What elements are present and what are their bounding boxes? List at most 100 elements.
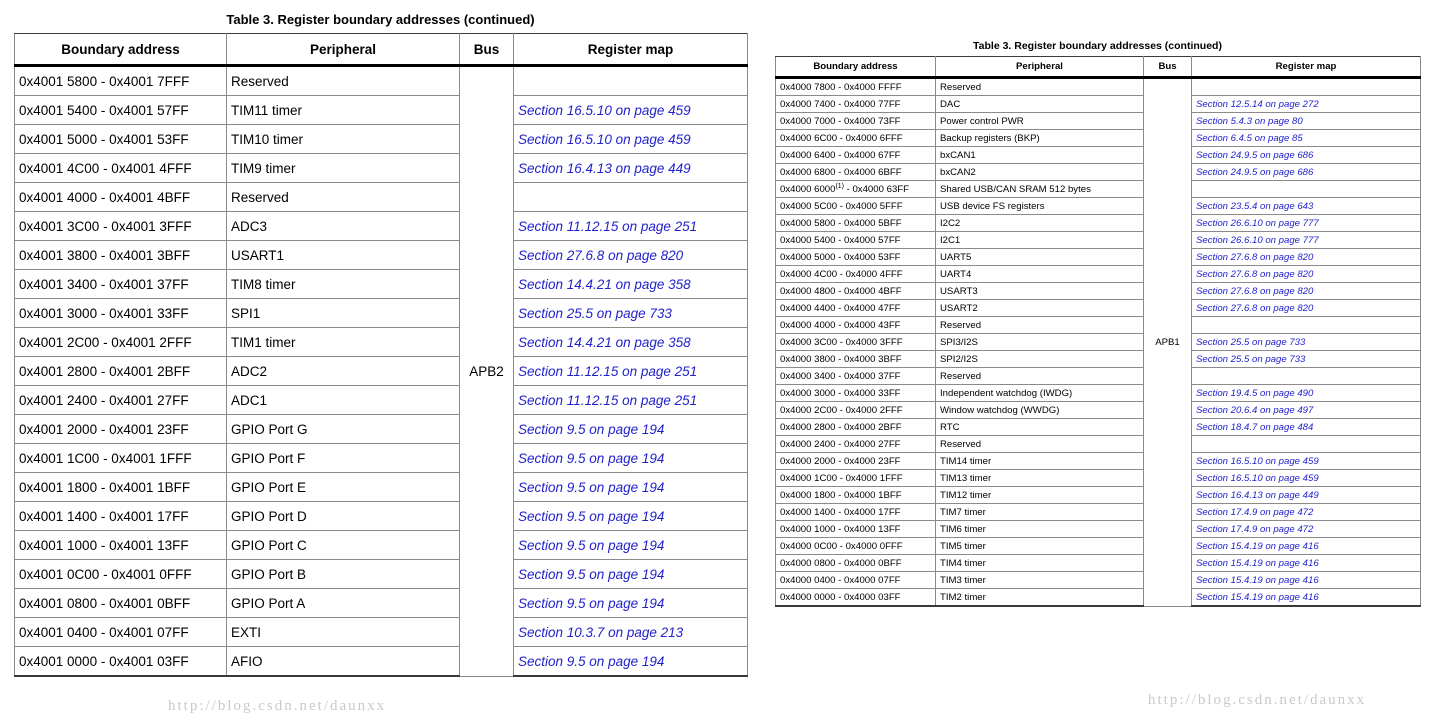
section-link[interactable]: Section 27.6.8 on page 820 [518,248,683,263]
bus-label: APB2 [469,363,504,379]
column-header-bus: Bus [1143,56,1192,79]
table-row: 0x4001 5400 - 0x4001 57FF TIM11 timer Sect… [14,95,748,125]
cell-register-map: Section 15.4.19 on page 416 [1191,554,1421,572]
section-link[interactable]: Section 16.5.10 on page 459 [1196,473,1319,484]
cell-boundary-address: 0x4000 3400 - 0x4000 37FF [775,367,936,385]
cell-register-map: Section 9.5 on page 194 [513,501,748,531]
section-link[interactable]: Section 9.5 on page 194 [518,451,664,466]
section-link[interactable]: Section 27.6.8 on page 820 [1196,286,1313,297]
cell-peripheral: UART5 [935,248,1144,266]
section-link[interactable]: Section 9.5 on page 194 [518,480,664,495]
section-link[interactable]: Section 6.4.5 on page 85 [1196,133,1303,144]
section-link[interactable]: Section 26.6.10 on page 777 [1196,218,1319,229]
section-link[interactable]: Section 14.4.21 on page 358 [518,335,691,350]
cell-boundary-address: 0x4000 7400 - 0x4000 77FF [775,95,936,113]
right-table-block: Table 3. Register boundary addresses (co… [775,40,1421,607]
cell-boundary-address: 0x4001 1400 - 0x4001 17FF [14,501,227,531]
cell-boundary-address: 0x4000 5000 - 0x4000 53FF [775,248,936,266]
cell-register-map: Section 27.6.8 on page 820 [1191,282,1421,300]
table-row: 0x4000 4400 - 0x4000 47FF USART2 Section 2… [775,299,1421,317]
section-link[interactable]: Section 11.12.15 on page 251 [518,219,697,234]
section-link[interactable]: Section 14.4.21 on page 358 [518,277,691,292]
section-link[interactable]: Section 23.5.4 on page 643 [1196,201,1313,212]
section-link[interactable]: Section 17.4.9 on page 472 [1196,524,1313,535]
cell-peripheral: TIM12 timer [935,486,1144,504]
section-link[interactable]: Section 15.4.19 on page 416 [1196,592,1319,603]
section-link[interactable]: Section 20.6.4 on page 497 [1196,405,1313,416]
section-link[interactable]: Section 24.9.5 on page 686 [1196,150,1313,161]
cell-peripheral: USB device FS registers [935,197,1144,215]
section-link[interactable]: Section 15.4.19 on page 416 [1196,575,1319,586]
section-link[interactable]: Section 16.4.13 on page 449 [1196,490,1319,501]
section-link[interactable]: Section 15.4.19 on page 416 [1196,558,1319,569]
cell-peripheral: TIM9 timer [226,153,460,183]
section-link[interactable]: Section 16.4.13 on page 449 [518,161,691,176]
table-row: 0x4000 4800 - 0x4000 4BFF USART3 Section 2… [775,282,1421,300]
section-link[interactable]: Section 25.5 on page 733 [518,306,672,321]
cell-peripheral: USART1 [226,240,460,270]
cell-register-map: Section 15.4.19 on page 416 [1191,571,1421,589]
cell-peripheral: Backup registers (BKP) [935,129,1144,147]
cell-boundary-address: 0x4000 3C00 - 0x4000 3FFF [775,333,936,351]
cell-register-map: Section 27.6.8 on page 820 [513,240,748,270]
cell-boundary-address: 0x4000 2800 - 0x4000 2BFF [775,418,936,436]
section-link[interactable]: Section 25.5 on page 733 [1196,337,1305,348]
section-link[interactable]: Section 17.4.9 on page 472 [1196,507,1313,518]
table-row: 0x4000 7400 - 0x4000 77FF DAC Section 12.5… [775,95,1421,113]
section-link[interactable]: Section 12.5.14 on page 272 [1196,99,1319,110]
cell-boundary-address: 0x4001 4000 - 0x4001 4BFF [14,182,227,212]
section-link[interactable]: Section 27.6.8 on page 820 [1196,303,1313,314]
table-row: 0x4001 2400 - 0x4001 27FF ADC1 Section 11.… [14,385,748,415]
cell-boundary-address: 0x4000 1400 - 0x4000 17FF [775,503,936,521]
table-row: 0x4000 5000 - 0x4000 53FF UART5 Section 27… [775,248,1421,266]
section-link[interactable]: Section 11.12.15 on page 251 [518,364,697,379]
section-link[interactable]: Section 9.5 on page 194 [518,538,664,553]
column-header-register-map: Register map [513,33,748,67]
table-row: 0x4001 0C00 - 0x4001 0FFF GPIO Port B Sect… [14,559,748,589]
cell-peripheral: TIM6 timer [935,520,1144,538]
cell-boundary-address: 0x4000 1000 - 0x4000 13FF [775,520,936,538]
table-row: 0x4001 1C00 - 0x4001 1FFF GPIO Port F Sect… [14,443,748,473]
section-link[interactable]: Section 16.5.10 on page 459 [518,132,691,147]
cell-register-map: Section 9.5 on page 194 [513,530,748,560]
section-link[interactable]: Section 9.5 on page 194 [518,422,664,437]
column-header-peripheral: Peripheral [226,33,460,67]
cell-register-map: Section 5.4.3 on page 80 [1191,112,1421,130]
section-link[interactable]: Section 9.5 on page 194 [518,596,664,611]
section-link[interactable]: Section 25.5 on page 733 [1196,354,1305,365]
cell-boundary-address: 0x4000 0400 - 0x4000 07FF [775,571,936,589]
cell-register-map: Section 18.4.7 on page 484 [1191,418,1421,436]
cell-boundary-address: 0x4001 2400 - 0x4001 27FF [14,385,227,415]
section-link[interactable]: Section 26.6.10 on page 777 [1196,235,1319,246]
cell-peripheral: I2C1 [935,231,1144,249]
section-link[interactable]: Section 9.5 on page 194 [518,567,664,582]
section-link[interactable]: Section 5.4.3 on page 80 [1196,116,1303,127]
section-link[interactable]: Section 16.5.10 on page 459 [518,103,691,118]
cell-register-map: Section 25.5 on page 733 [513,298,748,328]
cell-register-map [513,182,748,212]
section-link[interactable]: Section 16.5.10 on page 459 [1196,456,1319,467]
table-header-row: Boundary address Peripheral Bus Register… [14,33,748,67]
cell-boundary-address: 0x4001 0000 - 0x4001 03FF [14,646,227,677]
cell-peripheral: TIM8 timer [226,269,460,299]
section-link[interactable]: Section 18.4.7 on page 484 [1196,422,1313,433]
section-link[interactable]: Section 15.4.19 on page 416 [1196,541,1319,552]
section-link[interactable]: Section 9.5 on page 194 [518,654,664,669]
cell-boundary-address: 0x4000 1C00 - 0x4000 1FFF [775,469,936,487]
cell-register-map: Section 23.5.4 on page 643 [1191,197,1421,215]
section-link[interactable]: Section 27.6.8 on page 820 [1196,269,1313,280]
section-link[interactable]: Section 11.12.15 on page 251 [518,393,697,408]
table-row: 0x4001 4C00 - 0x4001 4FFF TIM9 timer Secti… [14,153,748,183]
table-row: 0x4000 3800 - 0x4000 3BFF SPI2/I2S Section… [775,350,1421,368]
cell-peripheral: SPI3/I2S [935,333,1144,351]
section-link[interactable]: Section 24.9.5 on page 686 [1196,167,1313,178]
section-link[interactable]: Section 19.4.5 on page 490 [1196,388,1313,399]
cell-boundary-address: 0x4000 0800 - 0x4000 0BFF [775,554,936,572]
section-link[interactable]: Section 9.5 on page 194 [518,509,664,524]
section-link[interactable]: Section 10.3.7 on page 213 [518,625,683,640]
section-link[interactable]: Section 27.6.8 on page 820 [1196,252,1313,263]
cell-register-map: Section 11.12.15 on page 251 [513,385,748,415]
cell-boundary-address: 0x4001 1000 - 0x4001 13FF [14,530,227,560]
cell-peripheral: UART4 [935,265,1144,283]
cell-peripheral: Reserved [226,65,460,96]
